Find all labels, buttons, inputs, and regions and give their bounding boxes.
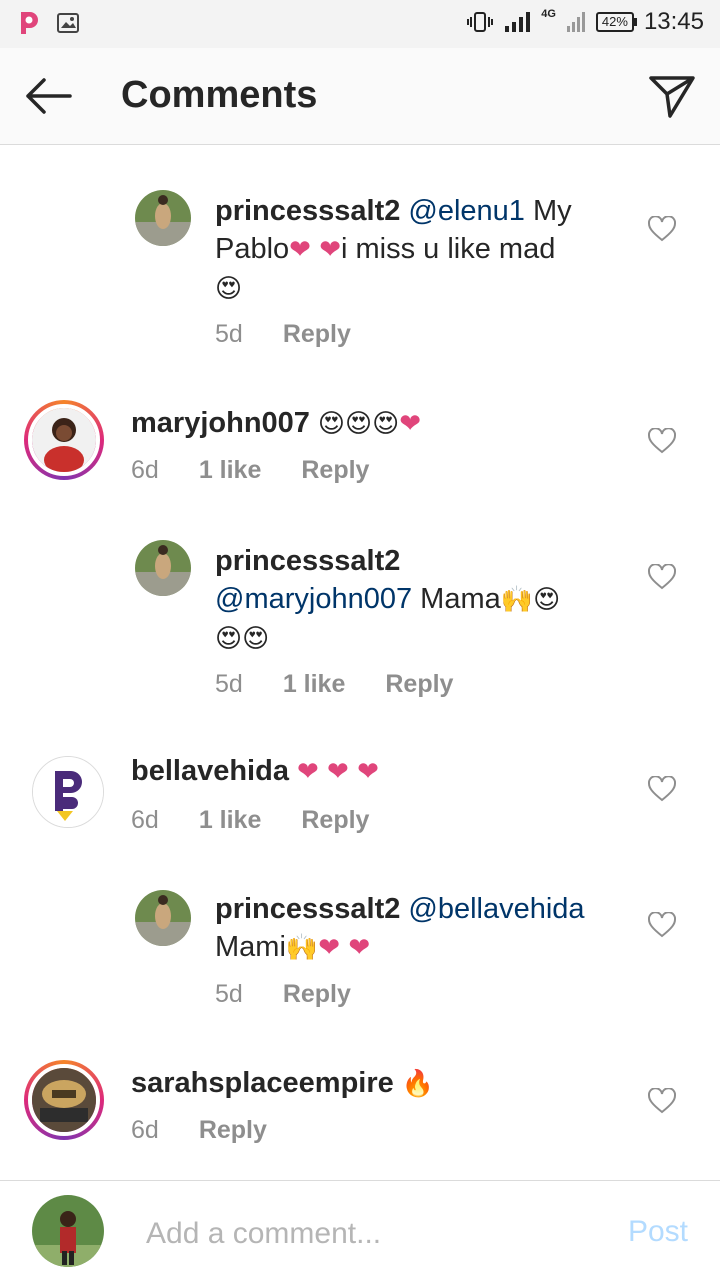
comment-meta: 5d Reply xyxy=(215,320,351,349)
app-logo-icon xyxy=(21,12,38,34)
image-notification-icon xyxy=(57,13,79,33)
clock: 13:45 xyxy=(643,8,704,35)
network-type: 4G xyxy=(541,8,556,20)
reply-button[interactable]: Reply xyxy=(301,456,369,485)
emoji: 🙌 xyxy=(285,933,319,963)
avatar[interactable] xyxy=(32,756,104,828)
timestamp: 5d xyxy=(215,670,243,698)
comment-text: princesssalt2 @maryjohn007 Mama🙌😍 😍😍 xyxy=(215,542,635,658)
heart-like-icon[interactable] xyxy=(648,776,676,802)
signal-icon-2 xyxy=(566,12,585,32)
current-user-avatar xyxy=(32,1195,104,1267)
comment-meta: 6d Reply xyxy=(131,1116,267,1145)
comment-reply: princesssalt2 @bellavehida Mami🙌❤ ❤ 5d Re… xyxy=(0,890,720,1020)
timestamp: 6d xyxy=(131,456,159,484)
likes-count[interactable]: 1 like xyxy=(199,456,262,485)
reply-button[interactable]: Reply xyxy=(283,320,351,349)
reply-button[interactable]: Reply xyxy=(283,980,351,1009)
heart-like-icon[interactable] xyxy=(648,1088,676,1114)
header: Comments xyxy=(0,48,720,145)
comment-body: i miss u like mad xyxy=(341,233,556,265)
comment: maryjohn007 😍😍😍❤ 6d 1 like Reply xyxy=(0,400,720,500)
heart-like-icon[interactable] xyxy=(648,912,676,938)
status-right: 4G 42% 13:45 xyxy=(467,8,704,36)
timestamp: 6d xyxy=(131,1116,159,1144)
comment-text: princesssalt2 @elenu1 My Pablo❤ ❤i miss u… xyxy=(215,192,635,308)
emoji: 🙌😍 xyxy=(500,585,561,615)
direct-send-icon[interactable] xyxy=(648,72,696,120)
signal-icon xyxy=(505,12,531,32)
username[interactable]: sarahsplaceempire xyxy=(131,1067,394,1099)
avatar[interactable] xyxy=(135,540,191,596)
mention-link[interactable]: @elenu1 xyxy=(408,195,525,227)
likes-count[interactable]: 1 like xyxy=(283,670,346,699)
comment-text: bellavehida ❤ ❤ ❤ xyxy=(131,752,379,791)
fire-emoji: 🔥 xyxy=(401,1069,435,1099)
post-button[interactable]: Post xyxy=(628,1215,688,1249)
comment-meta: 6d 1 like Reply xyxy=(131,456,369,485)
reply-button[interactable]: Reply xyxy=(199,1116,267,1145)
avatar-story-ring[interactable] xyxy=(24,400,104,480)
comment-composer: Post xyxy=(0,1180,720,1281)
emoji: 😍😍 xyxy=(215,624,270,654)
heart-emoji: ❤ ❤ ❤ xyxy=(296,757,379,787)
mention-link[interactable]: @bellavehida xyxy=(408,893,584,925)
username[interactable]: princesssalt2 xyxy=(215,893,400,925)
reply-button[interactable]: Reply xyxy=(385,670,453,699)
comment-meta: 5d 1 like Reply xyxy=(215,670,453,699)
comment-text: princesssalt2 @bellavehida Mami🙌❤ ❤ xyxy=(215,890,635,967)
status-bar: 4G 42% 13:45 xyxy=(0,0,720,48)
comment-text: maryjohn007 😍😍😍❤ xyxy=(131,404,421,443)
comment-text: sarahsplaceempire 🔥 xyxy=(131,1064,434,1103)
add-comment-input[interactable] xyxy=(144,1213,588,1255)
username[interactable]: princesssalt2 xyxy=(215,545,400,577)
avatar-story-ring[interactable] xyxy=(24,1060,104,1140)
comment: sarahsplaceempire 🔥 6d Reply xyxy=(0,1060,720,1160)
heart-emoji: ❤ ❤ xyxy=(289,235,342,265)
comment: bellavehida ❤ ❤ ❤ 6d 1 like Reply xyxy=(0,755,720,836)
reply-button[interactable]: Reply xyxy=(301,806,369,835)
heart-like-icon[interactable] xyxy=(648,428,676,454)
battery-indicator: 42% xyxy=(595,12,637,32)
username[interactable]: bellavehida xyxy=(131,755,289,787)
timestamp: 6d xyxy=(131,806,159,834)
emoji: 😍😍😍 xyxy=(317,409,400,439)
heart-emoji: ❤ ❤ xyxy=(318,933,371,963)
avatar[interactable] xyxy=(135,190,191,246)
page-title: Comments xyxy=(121,74,318,116)
comment-meta: 5d Reply xyxy=(215,980,351,1009)
comment-meta: 6d 1 like Reply xyxy=(131,806,369,835)
timestamp: 5d xyxy=(215,980,243,1008)
avatar[interactable] xyxy=(135,890,191,946)
heart-like-icon[interactable] xyxy=(648,216,676,242)
mention-link[interactable]: @maryjohn007 xyxy=(215,583,412,615)
comment-body: Mama xyxy=(412,583,501,615)
comment-reply: princesssalt2 @maryjohn007 Mama🙌😍 😍😍 5d … xyxy=(0,540,720,710)
status-left xyxy=(18,10,80,36)
vibrate-icon xyxy=(467,12,494,32)
username[interactable]: princesssalt2 xyxy=(215,195,400,227)
comment-reply: princesssalt2 @elenu1 My Pablo❤ ❤i miss u… xyxy=(0,190,720,370)
heart-like-icon[interactable] xyxy=(648,564,676,590)
back-arrow-icon[interactable] xyxy=(22,72,74,120)
likes-count[interactable]: 1 like xyxy=(199,806,262,835)
emoji: 😍 xyxy=(215,274,243,304)
comment-body: Mami xyxy=(215,931,286,963)
timestamp: 5d xyxy=(215,320,243,348)
username[interactable]: maryjohn007 xyxy=(131,407,310,439)
heart-emoji: ❤ xyxy=(399,409,422,439)
